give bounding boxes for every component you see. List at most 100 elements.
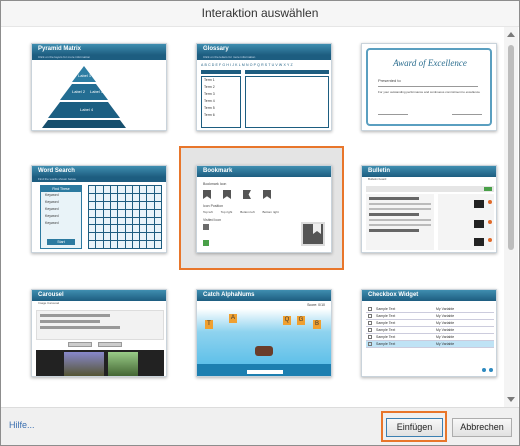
- grid-cell: [89, 201, 96, 209]
- bookmark-icon: [243, 190, 251, 199]
- text-line: [369, 197, 419, 200]
- word-item: Keyword: [45, 207, 59, 211]
- grid-cell: [140, 201, 147, 209]
- certificate-title: Award of Excellence: [393, 58, 467, 68]
- grid-cell: [147, 225, 154, 233]
- tile-catch-alphanums[interactable]: Catch AlphaNums Score: 0/10 T A Q G B: [196, 289, 332, 377]
- checkbox-row: Sample Text My Variable: [366, 320, 494, 327]
- falling-letter: T: [205, 320, 213, 329]
- grid-cell: [132, 225, 140, 233]
- game-score: Score: 0/10: [307, 303, 325, 307]
- interaction-gallery: Pyramid Matrix Click on the layers for m…: [7, 27, 503, 407]
- grid-cell: [96, 217, 103, 225]
- checkbox-row: Sample Text My Variable: [366, 334, 494, 341]
- grid-cell: [125, 186, 132, 193]
- tile-title: Carousel: [32, 290, 166, 301]
- grid-cell: [140, 233, 147, 241]
- carousel-image-strip: [36, 350, 164, 376]
- bookmark-preview: [301, 222, 325, 246]
- grid-cell: [103, 209, 110, 217]
- pyramid-label-1: Label 1: [78, 73, 92, 78]
- checkbox: [368, 335, 372, 339]
- tile-title: Checkbox Widget: [362, 290, 496, 301]
- grid-cell: [103, 186, 110, 193]
- carousel-add-button: [68, 342, 92, 347]
- tile-word-search[interactable]: Word Search Find the words shown below F…: [31, 165, 167, 253]
- tile-subtitle: Find the words shown below: [32, 177, 166, 182]
- bookmark-icon: [263, 190, 271, 199]
- carousel-remove-button: [98, 342, 122, 347]
- pyramid-label-4: Label 4: [80, 107, 94, 112]
- falling-letter: G: [297, 316, 305, 325]
- grid-cell: [110, 225, 118, 233]
- grid-cell: [89, 217, 96, 225]
- certificate-body: For your outstanding performance and con…: [378, 90, 480, 94]
- certificate-presented: Presented to: [378, 78, 401, 83]
- bulletin-text-area: [366, 194, 434, 250]
- glossary-term: Term 5: [204, 106, 215, 110]
- word-list-panel: Find These Keyword Keyword Keyword Keywo…: [40, 185, 82, 249]
- pyramid-graphic: [32, 60, 166, 130]
- tile-pyramid-matrix[interactable]: Pyramid Matrix Click on the layers for m…: [31, 43, 167, 131]
- checkbox-text: Sample Text: [376, 314, 396, 318]
- position-option: Top left: [203, 210, 213, 214]
- carousel-settings: [36, 310, 164, 340]
- remove-icon: [488, 200, 492, 204]
- checkbox: [368, 314, 372, 318]
- gallery-scrollbar[interactable]: [504, 27, 518, 407]
- glossary-term: Term 6: [204, 113, 215, 117]
- tile-award-certificate[interactable]: Award of Excellence Presented to For you…: [361, 43, 497, 131]
- grid-cell: [110, 201, 118, 209]
- text-line: [369, 203, 431, 205]
- dialog-title: Interaktion auswählen: [1, 1, 519, 27]
- text-line: [369, 213, 419, 216]
- grid-cell: [154, 217, 161, 225]
- tile-bookmark[interactable]: Bookmark Bookmark Icon Icon Position Top…: [196, 165, 332, 253]
- tile-title: Bulletin: [362, 166, 496, 177]
- grid-cell: [147, 209, 154, 217]
- tile-bulletin[interactable]: Bulletin Bulletin board: [361, 165, 497, 253]
- help-link[interactable]: Hilfe...: [9, 420, 35, 430]
- falling-letter: B: [313, 320, 321, 329]
- grid-cell: [110, 241, 118, 248]
- grid-cell: [140, 241, 147, 248]
- checkbox-variable: My Variable: [436, 314, 455, 318]
- grid-cell: [125, 193, 132, 201]
- visited-icon-label: Visited Icon: [203, 218, 222, 222]
- insert-button[interactable]: Einfügen: [386, 418, 443, 437]
- grid-cell: [118, 209, 125, 217]
- bulletin-toolbar: [366, 186, 494, 192]
- tile-title: Word Search: [32, 166, 166, 177]
- grid-cell: [96, 186, 103, 193]
- checkbox-variable: My Variable: [436, 328, 455, 332]
- bulletin-settings: [438, 194, 494, 250]
- tile-subtitle: Bulletin board: [362, 177, 496, 182]
- grid-cell: [140, 217, 147, 225]
- cancel-button[interactable]: Abbrechen: [452, 418, 512, 437]
- tile-title: Catch AlphaNums: [197, 290, 331, 301]
- grid-cell: [125, 209, 132, 217]
- grid-cell: [147, 201, 154, 209]
- glossary-term: Term 3: [204, 92, 215, 96]
- grid-cell: [154, 225, 161, 233]
- dialog-window: Interaktion auswählen Pyramid Matrix Cli…: [0, 0, 520, 446]
- position-option: Bottom left: [240, 210, 255, 214]
- grid-cell: [140, 193, 147, 201]
- settings-line: [40, 320, 100, 323]
- grid-cell: [89, 193, 96, 201]
- tile-glossary[interactable]: Glossary Click on the letters for more i…: [196, 43, 332, 131]
- tile-checkbox-widget[interactable]: Checkbox Widget Sample Text My Variable Sa…: [361, 289, 497, 377]
- text-line: [369, 229, 419, 232]
- tile-carousel[interactable]: Carousel Image Carousel: [31, 289, 167, 377]
- grid-cell: [89, 225, 96, 233]
- checkbox-row: Sample Text My Variable: [366, 306, 494, 313]
- scroll-up-icon[interactable]: [507, 32, 515, 37]
- scroll-down-icon[interactable]: [507, 397, 515, 402]
- signature-line: [378, 114, 408, 115]
- grid-cell: [132, 186, 140, 193]
- grid-cell: [154, 209, 161, 217]
- grid-cell: [132, 241, 140, 248]
- thumb-image: [474, 200, 484, 208]
- scroll-thumb[interactable]: [508, 45, 514, 250]
- grid-cell: [89, 209, 96, 217]
